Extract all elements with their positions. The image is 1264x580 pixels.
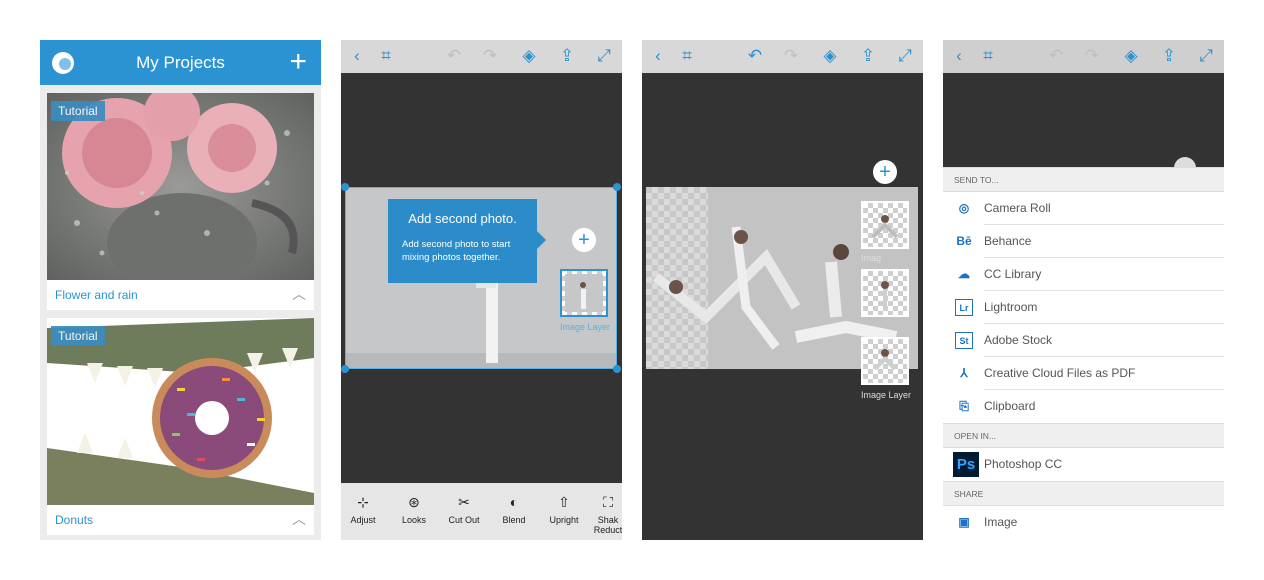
share-sheet: SEND TO... ◎ Camera Roll Bē Behance ☁ CC… [943,167,1224,540]
send-lightroom[interactable]: Lr Lightroom [943,291,1224,324]
add-layer-button[interactable]: + [873,160,897,184]
add-project-button[interactable]: + [289,45,307,79]
project-thumbnail[interactable]: Tutorial [47,93,314,280]
add-photo-tooltip: Add second photo. Add second photo to st… [388,199,546,283]
send-camera-roll[interactable]: ◎ Camera Roll [943,192,1224,225]
photoshop-icon: Ps [953,452,979,477]
upright-icon: ⇧ [558,494,570,510]
undo-icon[interactable]: ↶ [444,46,464,66]
chevron-up-icon[interactable]: ︿ [292,509,306,529]
tooltip-title: Add second photo. [408,211,517,226]
looks-tool[interactable]: ⊛ Looks [389,493,439,525]
crop-icon[interactable]: ⌗ [677,46,697,66]
redo-icon[interactable]: ↷ [781,46,801,66]
edit-tools-bar: ⊹ Adjust ⊛ Looks ✂ Cut Out ◐ Blend ⇧ Upr… [341,483,622,540]
editor-screen-add-photo: ‹ ⌗ ↶ ↷ ◈ ⇪ ⤢ Add second photo. Add seco… [341,40,622,540]
back-icon[interactable]: ‹ [648,46,668,66]
clipboard-icon: ⎘ [959,399,969,413]
expand-icon[interactable]: ⤢ [895,46,915,66]
looks-icon: ⊛ [408,494,420,510]
expand-icon[interactable]: ⤢ [1196,46,1216,66]
crop-icon[interactable]: ⌗ [978,46,998,66]
back-icon[interactable]: ‹ [347,46,367,66]
page-title: My Projects [136,53,225,72]
editor-toolbar: ‹ ⌗ ↶ ↷ ◈ ⇪ ⤢ [642,40,923,73]
send-clipboard[interactable]: ⎘ Clipboard [943,390,1224,423]
tutorial-tag: Tutorial [51,101,105,121]
tooltip-body: Add second photo to start mixing photos … [402,239,511,263]
app-header: My Projects + [40,40,321,85]
share-icon[interactable]: ⇪ [1159,46,1179,66]
shake-reduction-icon: ⛶ [603,494,613,510]
blend-tool[interactable]: ◐ Blend [489,493,539,525]
editor-toolbar: ‹ ⌗ ↶ ↷ ◈ ⇪ ⤢ [341,40,622,73]
layer-thumbnail[interactable] [861,201,909,249]
cut-out-tool[interactable]: ✂ Cut Out [439,493,489,525]
resize-handle[interactable] [613,365,621,373]
open-photoshop[interactable]: Ps Photoshop CC [943,448,1224,481]
resize-handle[interactable] [613,183,621,191]
layers-icon[interactable]: ◈ [1121,46,1141,66]
undo-icon[interactable]: ↶ [745,46,765,66]
pdf-icon: ⅄ [960,366,968,380]
project-title[interactable]: Flower and rain [55,280,138,310]
redo-icon[interactable]: ↷ [480,46,500,66]
send-creative-cloud-pdf[interactable]: ⅄ Creative Cloud Files as PDF [943,357,1224,390]
undo-icon[interactable]: ↶ [1046,46,1066,66]
send-behance[interactable]: Bē Behance [943,225,1224,258]
creative-cloud-icon: ☁ [958,267,970,281]
layers-icon[interactable]: ◈ [519,46,539,66]
resize-handle[interactable] [341,365,349,373]
resize-handle[interactable] [341,183,349,191]
my-projects-screen: My Projects + Tutorial Flower and rain ︿… [40,40,321,540]
sliders-icon: ⊹ [357,494,369,510]
stock-icon: St [955,332,973,349]
send-to-header: SEND TO... [943,167,1224,192]
share-image[interactable]: ▣ Image [943,506,1224,539]
image-icon: ▣ [958,515,970,529]
redo-icon[interactable]: ↷ [1082,46,1102,66]
behance-icon: Bē [956,234,972,248]
crop-icon[interactable]: ⌗ [376,46,396,66]
layers-icon[interactable]: ◈ [820,46,840,66]
project-thumbnail[interactable]: Tutorial [47,318,314,505]
project-title[interactable]: Donuts [55,505,93,535]
share-sheet-screen: ‹ ⌗ ↶ ↷ ◈ ⇪ ⤢ SEND TO... ◎ Camera Roll B… [943,40,1224,540]
add-layer-button[interactable]: + [572,228,596,252]
tutorial-tag: Tutorial [51,326,105,346]
image-layer-label: Image Layer [861,390,912,400]
share-icon[interactable]: ⇪ [858,46,878,66]
expand-icon[interactable]: ⤢ [594,46,614,66]
share-icon[interactable]: ⇪ [557,46,577,66]
blend-icon: ◐ [509,494,519,510]
editor-toolbar: ‹ ⌗ ↶ ↷ ◈ ⇪ ⤢ [943,40,1224,73]
scissors-icon: ✂ [458,494,470,510]
project-card-flower[interactable]: Tutorial Flower and rain ︿ [47,93,314,310]
lightroom-icon: Lr [955,299,973,316]
camera-icon: ◎ [958,201,970,215]
chevron-up-icon[interactable]: ︿ [292,284,306,304]
shake-reduction-tool[interactable]: ⛶ Shak Reduct [588,493,622,535]
upright-tool[interactable]: ⇧ Upright [539,493,589,525]
layer-label: Imag [861,253,882,263]
image-layer-label: Image Layer [560,322,611,332]
adjust-tool[interactable]: ⊹ Adjust [341,493,388,525]
layer-thumbnail[interactable] [861,337,909,385]
send-cc-library[interactable]: ☁ CC Library [943,258,1224,291]
send-adobe-stock[interactable]: St Adobe Stock [943,324,1224,357]
project-card-donuts[interactable]: Tutorial Donuts ︿ [47,318,314,535]
layer-thumbnail[interactable] [861,269,909,317]
open-in-header: OPEN IN... [943,423,1224,448]
canvas-area [943,73,1224,179]
back-icon[interactable]: ‹ [949,46,969,66]
editor-screen-layers: ‹ ⌗ ↶ ↷ ◈ ⇪ ⤢ + Imag Image Layer [642,40,923,540]
image-layer-thumbnail[interactable] [560,269,608,317]
share-header: SHARE [943,481,1224,506]
